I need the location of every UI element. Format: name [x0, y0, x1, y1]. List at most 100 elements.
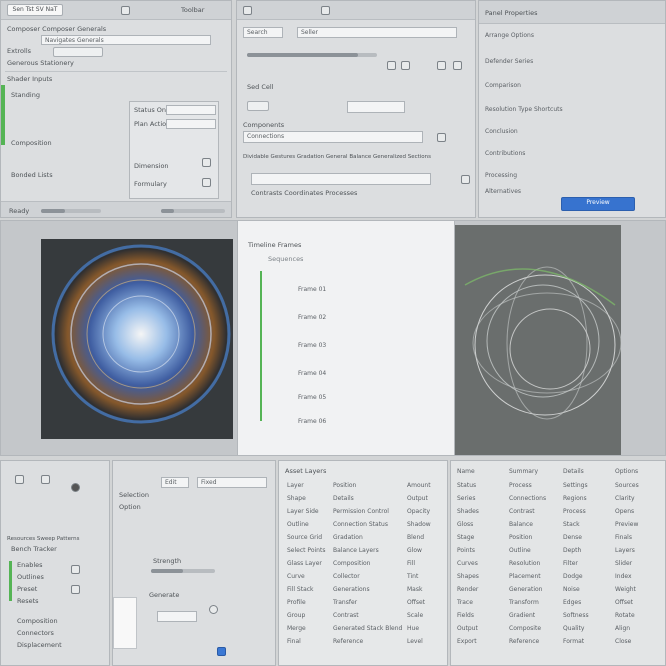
table-row[interactable]: Shades Contrast Process Opens [451, 507, 665, 517]
cell: Fields [457, 612, 474, 619]
settings-icon[interactable] [209, 605, 218, 614]
table-row[interactable]: Shapes Placement Dodge Index [451, 572, 665, 582]
minimize-icon[interactable] [321, 6, 330, 15]
strength-slider[interactable] [151, 569, 215, 573]
box-field-1[interactable] [166, 105, 216, 115]
timeline-row[interactable]: Frame 04 [238, 369, 454, 379]
table-row[interactable]: Group Contrast Scale [279, 611, 447, 621]
cell-c: Offset [407, 599, 426, 606]
toggle-icon-2[interactable] [202, 178, 211, 187]
table-row[interactable]: Curve Collector Tint [279, 572, 447, 582]
table-row[interactable]: Source Grid Gradation Blend [279, 533, 447, 543]
nav-icon-1[interactable] [387, 61, 396, 70]
divider [5, 71, 227, 72]
seller-field[interactable]: Seller [297, 27, 457, 38]
table-row[interactable]: Status Process Settings Sources [451, 481, 665, 491]
search-input[interactable]: Search [243, 27, 283, 38]
timeline-row[interactable]: Frame 01 [238, 285, 454, 295]
table-row[interactable]: Render Generation Noise Weight [451, 585, 665, 595]
menu-icon[interactable] [243, 6, 252, 15]
table-row[interactable]: Glass Layer Composition Fill [279, 559, 447, 569]
cell: Align [615, 625, 631, 632]
frame-label: Frame 06 [298, 418, 327, 425]
timeline-title: Timeline Frames [248, 241, 302, 249]
table-row[interactable]: Export Reference Format Close [451, 637, 665, 647]
box-field-2[interactable] [166, 119, 216, 129]
nav-icon-2[interactable] [401, 61, 410, 70]
cell: Quality [563, 625, 585, 632]
timeline-row[interactable]: Frame 05 [238, 393, 454, 403]
toolbar-label: Toolbar [181, 6, 205, 14]
list-item[interactable]: Resolution Type Shortcuts [479, 105, 665, 115]
cell-a: Merge [287, 625, 306, 632]
table-row[interactable]: Profile Transfer Offset [279, 598, 447, 608]
connections-field[interactable]: Connections [243, 131, 423, 143]
value-field[interactable] [347, 101, 405, 113]
table-row[interactable]: Points Outline Depth Layers [451, 546, 665, 556]
generals-row: Dividable Gestures Gradation General Bal… [243, 154, 432, 160]
search-text: Search [247, 29, 268, 36]
generate-field[interactable] [157, 611, 197, 622]
color-swatch-icon[interactable] [217, 647, 226, 656]
stack-icon[interactable] [71, 565, 80, 574]
table-row[interactable]: Stage Position Dense Finals [451, 533, 665, 543]
table-row[interactable]: Layer Side Permission Control Opacity [279, 507, 447, 517]
table-row[interactable]: Output Composite Quality Align [451, 624, 665, 634]
toggle-icon[interactable] [202, 158, 211, 167]
render-image-right [455, 225, 622, 455]
cell-c: Blend [407, 534, 425, 541]
list-item[interactable]: Alternatives [479, 187, 665, 197]
timeline-panel: Timeline Frames Sequences Frame 01 Frame… [237, 221, 455, 455]
cell-a: Layer [287, 482, 304, 489]
navigate-field[interactable]: Navigates Generals [41, 35, 211, 45]
layout-icon[interactable] [15, 475, 24, 484]
table-row[interactable]: Outline Connection Status Shadow [279, 520, 447, 530]
nav-icon-4[interactable] [453, 61, 462, 70]
extrolls-button[interactable] [53, 47, 103, 57]
table-row[interactable]: Final Reference Level [279, 637, 447, 647]
table-row[interactable]: Series Connections Regions Clarity [451, 494, 665, 504]
table-row[interactable]: Trace Transform Edges Offset [451, 598, 665, 608]
preview-button[interactable]: Preview [561, 197, 635, 211]
timeline-row[interactable]: Frame 03 [238, 341, 454, 351]
list-item[interactable]: Contributions [479, 149, 665, 159]
fixed-text: Fixed [201, 479, 217, 486]
grid-icon[interactable] [41, 475, 50, 484]
table-row[interactable]: Merge Generated Stack Blend Hue [279, 624, 447, 634]
cell: Points [457, 547, 476, 554]
scroll-track[interactable] [161, 209, 225, 213]
center-title-bar [237, 1, 475, 20]
list-item[interactable]: Conclusion [479, 127, 665, 137]
close-icon[interactable] [121, 6, 130, 15]
list-item[interactable]: Processing [479, 171, 665, 181]
edit-icon[interactable] [437, 133, 446, 142]
top-slider[interactable] [247, 53, 377, 57]
table-row[interactable]: Fields Gradient Softness Rotate [451, 611, 665, 621]
title-tab[interactable]: Sen Tst SV NaT [7, 4, 63, 16]
zoom-slider[interactable] [41, 209, 101, 213]
table-row[interactable]: Layer Position Amount [279, 481, 447, 491]
cell: Index [615, 573, 632, 580]
list-item[interactable]: Arrange Options [479, 31, 665, 41]
refresh-icon[interactable] [461, 175, 470, 184]
timeline-row[interactable]: Frame 02 [238, 313, 454, 323]
table-row[interactable]: Shape Details Output [279, 494, 447, 504]
record-icon[interactable] [71, 483, 80, 492]
group-marker [9, 561, 12, 601]
fixed-field[interactable]: Fixed [197, 477, 267, 488]
processes-field[interactable] [251, 173, 431, 185]
list-item[interactable]: Comparison [479, 81, 665, 91]
table-row[interactable]: Select Points Balance Layers Glow [279, 546, 447, 556]
table-row[interactable]: Gloss Balance Stack Preview [451, 520, 665, 530]
table-row[interactable]: Fill Stack Generations Mask [279, 585, 447, 595]
stack-icon-2[interactable] [71, 585, 80, 594]
sed-cell-label: Sed Cell [247, 83, 274, 91]
table-row[interactable]: Curves Resolution Filter Slider [451, 559, 665, 569]
selection-label: Selection [119, 491, 149, 499]
cell-b: Position [333, 482, 357, 489]
nav-icon-3[interactable] [437, 61, 446, 70]
list-item[interactable]: Defender Series [479, 57, 665, 67]
timeline-row[interactable]: Frame 06 [238, 417, 454, 427]
sed-cell-button[interactable] [247, 101, 269, 111]
edit-field[interactable]: Edit [161, 477, 189, 488]
